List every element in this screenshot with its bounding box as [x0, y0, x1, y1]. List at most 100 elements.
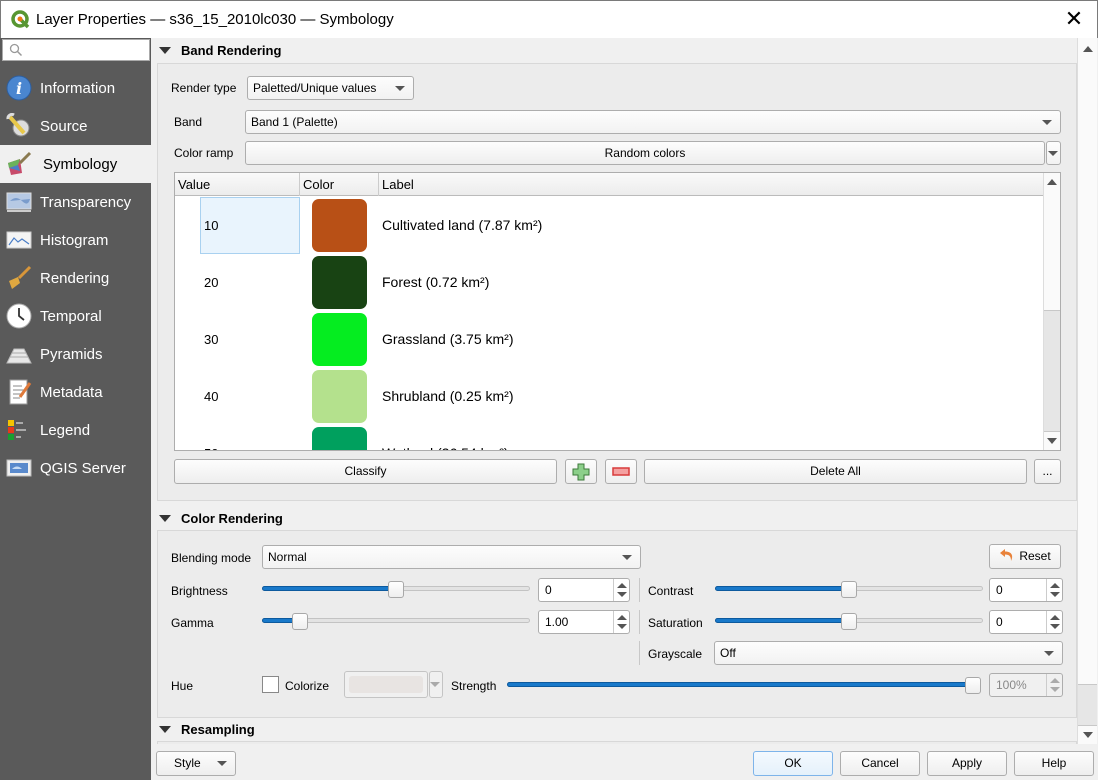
sidebar-item-transparency[interactable]: Transparency: [0, 183, 151, 221]
band-rendering-header[interactable]: Band Rendering: [155, 38, 1077, 62]
apply-button[interactable]: Apply: [927, 751, 1007, 776]
delete-all-button[interactable]: Delete All: [644, 459, 1027, 484]
scrollbar-thumb[interactable]: [1044, 310, 1060, 432]
separator: [639, 578, 640, 602]
spin-arrows-icon[interactable]: [1046, 611, 1062, 633]
sidebar-item-qgis-server[interactable]: QGIS Server: [0, 449, 151, 487]
slider-handle[interactable]: [292, 613, 308, 630]
contrast-spinbox[interactable]: 0: [989, 578, 1063, 602]
color-swatch[interactable]: [312, 370, 367, 423]
sidebar-item-pyramids[interactable]: Pyramids: [0, 335, 151, 373]
scroll-down-icon[interactable]: [1044, 432, 1060, 450]
sidebar-item-source[interactable]: Source: [0, 107, 151, 145]
sidebar-item-metadata[interactable]: Metadata: [0, 373, 151, 411]
table-row[interactable]: 40 Shrubland (0.25 km²): [175, 368, 1043, 425]
ok-label: OK: [784, 756, 802, 770]
sidebar-item-information[interactable]: i Information: [0, 69, 151, 107]
brightness-slider[interactable]: [262, 581, 530, 598]
column-header-value[interactable]: Value: [175, 173, 300, 196]
resampling-header[interactable]: Resampling: [155, 717, 1077, 741]
gamma-slider[interactable]: [262, 613, 530, 630]
column-header-color[interactable]: Color: [300, 173, 379, 196]
strength-value: 100%: [996, 678, 1027, 692]
table-row[interactable]: 20 Forest (0.72 km²): [175, 254, 1043, 311]
strength-spinbox: 100%: [989, 673, 1063, 697]
slider-handle[interactable]: [841, 613, 857, 630]
reset-button[interactable]: Reset: [989, 544, 1061, 569]
color-swatch[interactable]: [312, 256, 367, 309]
ok-button[interactable]: OK: [753, 751, 833, 776]
collapse-triangle-icon: [159, 725, 171, 733]
row-value[interactable]: 10: [200, 197, 300, 254]
row-label[interactable]: Cultivated land (7.87 km²): [382, 197, 542, 254]
help-button[interactable]: Help: [1014, 751, 1094, 776]
brightness-spinbox[interactable]: 0: [538, 578, 630, 602]
grayscale-value: Off: [720, 646, 736, 660]
color-rendering-header[interactable]: Color Rendering: [155, 506, 1077, 530]
table-scrollbar[interactable]: [1043, 173, 1060, 450]
close-icon[interactable]: ✕: [1063, 8, 1085, 30]
grayscale-combo[interactable]: Off: [714, 641, 1063, 665]
spin-arrows-icon[interactable]: [613, 579, 629, 601]
gamma-spinbox[interactable]: 1.00: [538, 610, 630, 634]
row-value[interactable]: 40: [200, 368, 300, 425]
row-value[interactable]: 50: [200, 425, 300, 450]
color-swatch[interactable]: [312, 199, 367, 252]
slider-handle[interactable]: [965, 677, 981, 694]
slider-handle[interactable]: [388, 581, 404, 598]
row-label[interactable]: Wetland (26.54 km²): [382, 425, 509, 450]
row-label[interactable]: Grassland (3.75 km²): [382, 311, 513, 368]
cancel-button[interactable]: Cancel: [840, 751, 920, 776]
spin-arrows-icon[interactable]: [1046, 579, 1062, 601]
sidebar-item-histogram[interactable]: Histogram: [0, 221, 151, 259]
sidebar-item-label: QGIS Server: [40, 459, 126, 477]
title-bar: Layer Properties — s36_15_2010lc030 — Sy…: [0, 0, 1098, 38]
saturation-slider[interactable]: [715, 613, 983, 630]
color-swatch[interactable]: [312, 427, 367, 450]
saturation-spinbox[interactable]: 0: [989, 610, 1063, 634]
chevron-down-icon: [217, 761, 227, 766]
table-row[interactable]: 50 Wetland (26.54 km²): [175, 425, 1043, 450]
scroll-down-icon[interactable]: [1078, 726, 1097, 744]
blending-mode-combo[interactable]: Normal: [262, 545, 641, 569]
style-button[interactable]: Style: [156, 751, 236, 776]
scroll-up-icon[interactable]: [1078, 40, 1097, 58]
colorize-color-dropdown[interactable]: [429, 671, 443, 698]
render-type-combo[interactable]: Paletted/Unique values: [247, 76, 414, 100]
table-row[interactable]: 30 Grassland (3.75 km²): [175, 311, 1043, 368]
band-combo[interactable]: Band 1 (Palette): [245, 110, 1061, 134]
band-rendering-group: Render type Paletted/Unique values Band …: [157, 63, 1077, 501]
color-ramp-label: Color ramp: [174, 146, 234, 160]
column-header-label[interactable]: Label: [379, 173, 1043, 196]
sidebar-item-legend[interactable]: Legend: [0, 411, 151, 449]
pyramids-icon: [6, 341, 32, 367]
colorize-checkbox[interactable]: [262, 676, 279, 693]
sidebar-item-symbology[interactable]: Symbology: [0, 145, 151, 183]
color-ramp-button[interactable]: Random colors: [245, 141, 1045, 165]
add-value-button[interactable]: [565, 459, 597, 484]
row-label[interactable]: Shrubland (0.25 km²): [382, 368, 514, 425]
sidebar-item-rendering[interactable]: Rendering: [0, 259, 151, 297]
scroll-up-icon[interactable]: [1044, 173, 1060, 191]
remove-value-button[interactable]: [605, 459, 637, 484]
main-scrollbar[interactable]: [1077, 38, 1097, 744]
sidebar-search-input[interactable]: [2, 39, 150, 61]
scrollbar-thumb[interactable]: [1078, 684, 1097, 726]
row-value[interactable]: 30: [200, 311, 300, 368]
color-ramp-dropdown[interactable]: [1046, 141, 1061, 165]
contrast-slider[interactable]: [715, 581, 983, 598]
dialog-footer: Style OK Cancel Apply Help: [151, 744, 1098, 780]
strength-slider[interactable]: [507, 677, 981, 694]
color-swatch[interactable]: [312, 313, 367, 366]
apply-label: Apply: [951, 756, 983, 770]
more-options-button[interactable]: ...: [1034, 459, 1061, 484]
section-title: Band Rendering: [181, 42, 282, 58]
row-label[interactable]: Forest (0.72 km²): [382, 254, 489, 311]
slider-handle[interactable]: [841, 581, 857, 598]
row-value[interactable]: 20: [200, 254, 300, 311]
colorize-color-button[interactable]: [344, 671, 428, 698]
classify-button[interactable]: Classify: [174, 459, 557, 484]
sidebar-item-temporal[interactable]: Temporal: [0, 297, 151, 335]
spin-arrows-icon[interactable]: [613, 611, 629, 633]
table-row[interactable]: 10 Cultivated land (7.87 km²): [175, 197, 1043, 254]
